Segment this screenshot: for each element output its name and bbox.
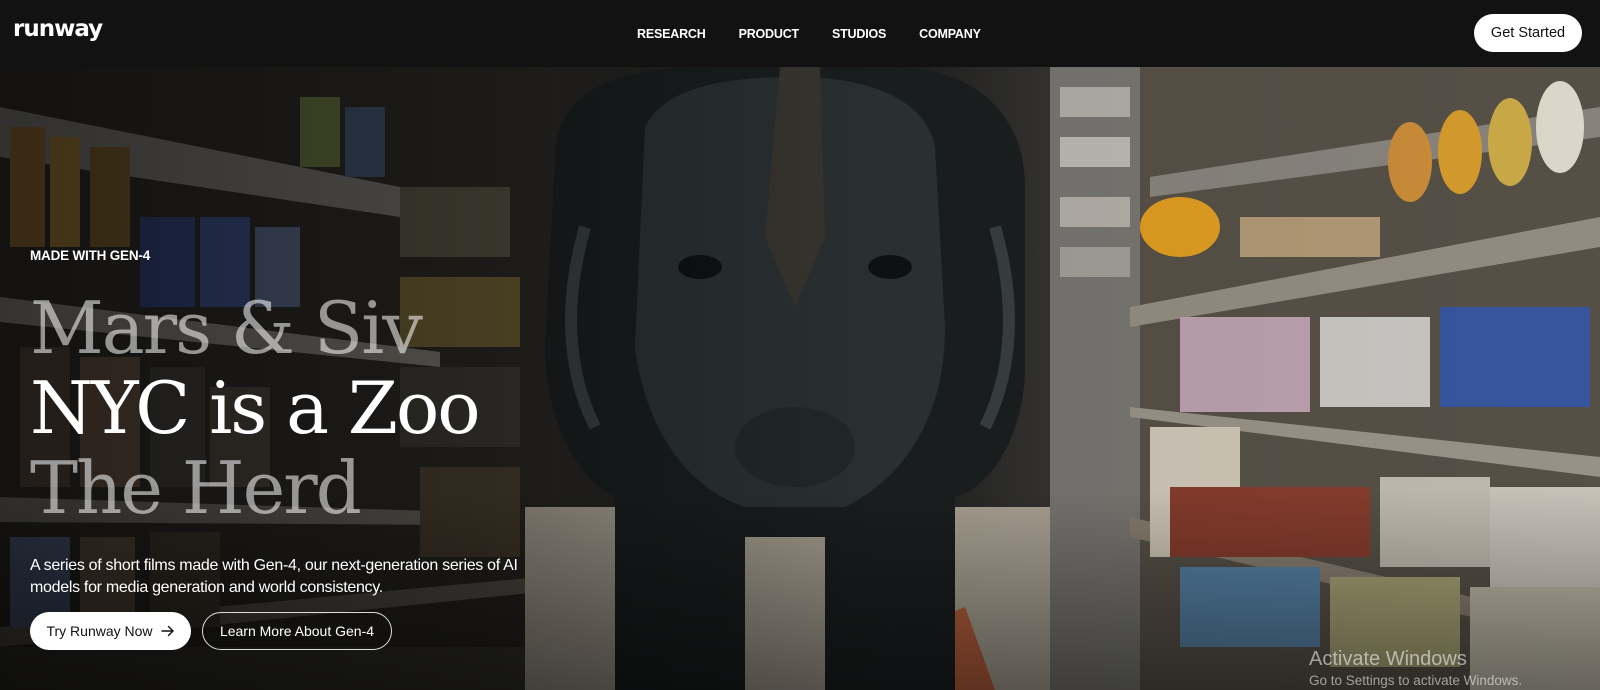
hero-eyebrow: MADE WITH GEN-4	[30, 248, 150, 263]
film-title-the-herd[interactable]: The Herd	[30, 452, 362, 524]
film-title-mars-siv[interactable]: Mars & Siv	[30, 292, 423, 364]
nav-item-research[interactable]: RESEARCH	[637, 27, 706, 41]
nav-item-product[interactable]: PRODUCT	[739, 27, 800, 41]
arrow-right-icon	[160, 625, 174, 637]
film-title-nyc-zoo-active[interactable]: NYC is a Zoo	[30, 372, 481, 444]
hero-description: A series of short films made with Gen-4,…	[30, 557, 518, 596]
nav-item-company[interactable]: COMPANY	[919, 27, 981, 41]
learn-more-gen4-button[interactable]: Learn More About Gen-4	[202, 612, 392, 650]
nav-item-studios[interactable]: STUDIOS	[832, 27, 886, 41]
top-navbar: runway RESEARCH PRODUCT STUDIOS COMPANY …	[0, 0, 1600, 67]
main-nav: RESEARCH PRODUCT STUDIOS COMPANY	[637, 27, 1014, 41]
watermark-subtitle: Go to Settings to activate Windows.	[1309, 673, 1523, 688]
try-runway-label: Try Runway Now	[46, 623, 153, 639]
try-runway-now-button[interactable]: Try Runway Now	[30, 612, 191, 650]
get-started-button[interactable]: Get Started	[1474, 14, 1582, 52]
windows-activation-watermark: Activate Windows Go to Settings to activ…	[1309, 648, 1522, 688]
watermark-title: Activate Windows	[1309, 648, 1467, 670]
runway-logo[interactable]: runway	[13, 16, 103, 42]
